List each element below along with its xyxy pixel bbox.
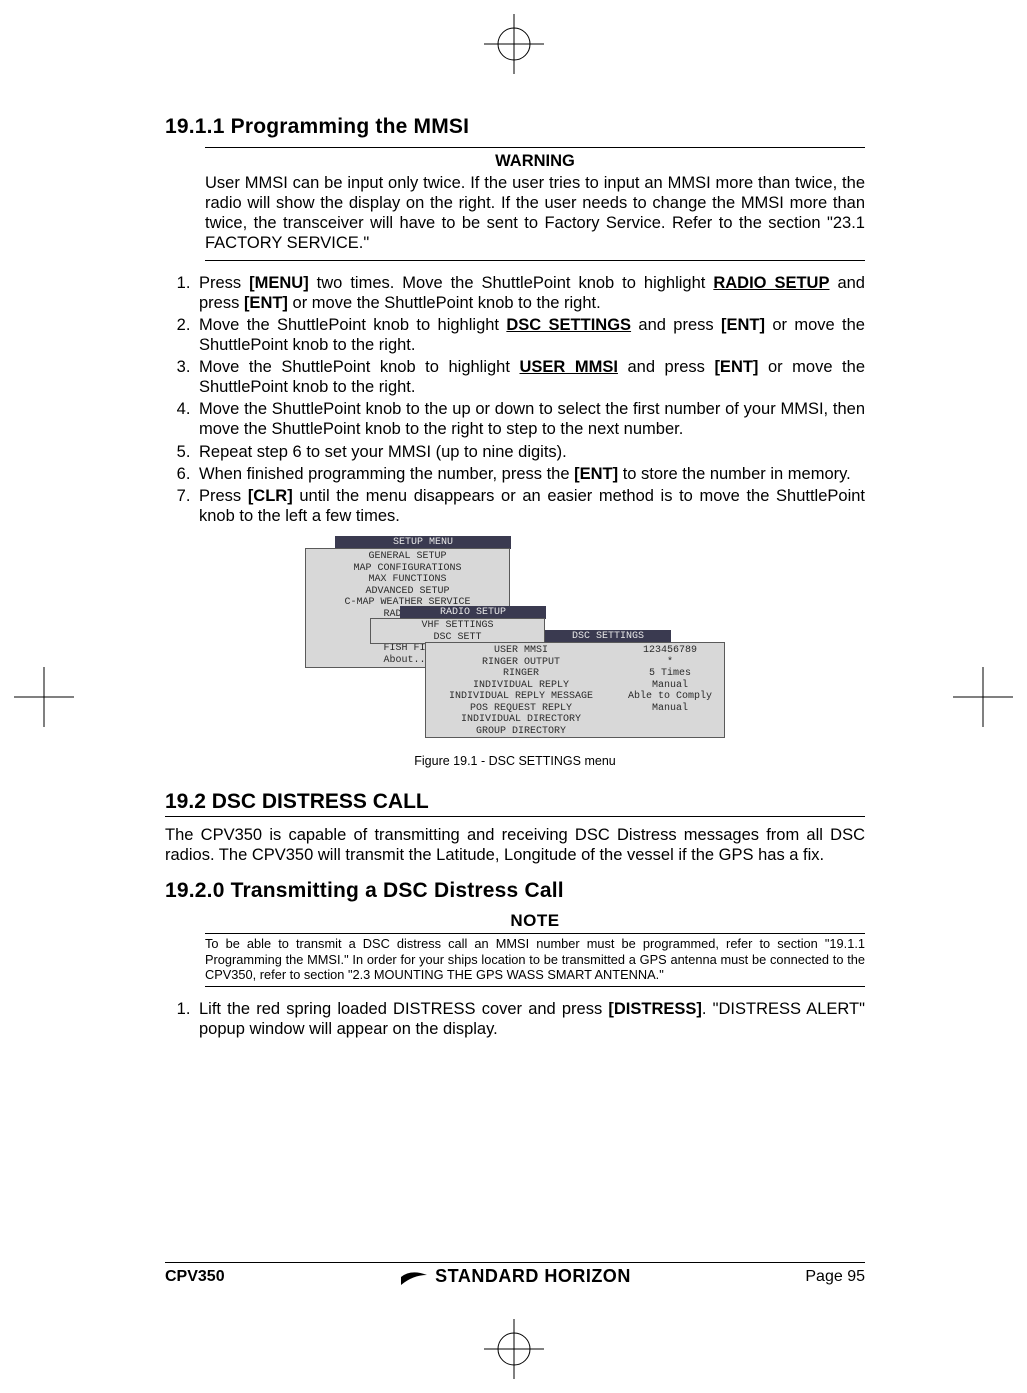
note-body: To be able to transmit a DSC distress ca… bbox=[205, 936, 865, 982]
page-footer: CPV350 STANDARD HORIZON Page 95 bbox=[165, 1262, 865, 1287]
step-3: Move the ShuttlePoint knob to highlight … bbox=[195, 357, 865, 397]
note-box: NOTE To be able to transmit a DSC distre… bbox=[205, 911, 865, 987]
warning-box: WARNING User MMSI can be input only twic… bbox=[205, 147, 865, 261]
footer-brand-text: STANDARD HORIZON bbox=[435, 1266, 631, 1287]
crop-mark-right bbox=[953, 667, 1013, 727]
figure-19-1: SETUP MENU GENERAL SETUP MAP CONFIGURATI… bbox=[165, 536, 865, 768]
step-6: When finished programming the number, pr… bbox=[195, 464, 865, 484]
figure-caption: Figure 19.1 - DSC SETTINGS menu bbox=[165, 754, 865, 768]
crop-mark-top bbox=[484, 14, 544, 74]
footer-page-number: Page 95 bbox=[805, 1268, 865, 1286]
step-7: Press [CLR] until the menu disappears or… bbox=[195, 486, 865, 526]
section-19-2-body: The CPV350 is capable of transmitting an… bbox=[165, 825, 865, 865]
distress-step-1: Lift the red spring loaded DISTRESS cove… bbox=[195, 999, 865, 1039]
menu2-items: VHF SETTINGS DSC SETT bbox=[370, 618, 545, 644]
step-5: Repeat step 6 to set your MMSI (up to ni… bbox=[195, 442, 865, 462]
warning-heading: WARNING bbox=[205, 152, 865, 171]
mmsi-steps-list: Press [MENU] two times. Move the Shuttle… bbox=[165, 273, 865, 527]
crop-mark-bottom bbox=[484, 1319, 544, 1379]
figure-image: SETUP MENU GENERAL SETUP MAP CONFIGURATI… bbox=[305, 536, 725, 741]
menu3-box: USER MMSI RINGER OUTPUT RINGER INDIVIDUA… bbox=[425, 642, 725, 738]
menu3-labels: USER MMSI RINGER OUTPUT RINGER INDIVIDUA… bbox=[426, 643, 616, 738]
step-1: Press [MENU] two times. Move the Shuttle… bbox=[195, 273, 865, 313]
menu3-values: 123456789 * 5 Times Manual Able to Compl… bbox=[616, 643, 724, 738]
footer-brand: STANDARD HORIZON bbox=[399, 1266, 631, 1287]
distress-steps-list: Lift the red spring loaded DISTRESS cove… bbox=[165, 999, 865, 1039]
step-2: Move the ShuttlePoint knob to highlight … bbox=[195, 315, 865, 355]
crop-mark-left bbox=[14, 667, 74, 727]
note-heading: NOTE bbox=[205, 911, 865, 931]
brand-swoosh-icon bbox=[399, 1267, 429, 1287]
warning-body: User MMSI can be input only twice. If th… bbox=[205, 173, 865, 254]
section-19-2-title: 19.2 DSC DISTRESS CALL bbox=[165, 790, 865, 817]
footer-model: CPV350 bbox=[165, 1268, 225, 1286]
step-4: Move the ShuttlePoint knob to the up or … bbox=[195, 399, 865, 439]
section-19-1-1-title: 19.1.1 Programming the MMSI bbox=[165, 115, 865, 139]
section-19-2-0-title: 19.2.0 Transmitting a DSC Distress Call bbox=[165, 879, 865, 903]
